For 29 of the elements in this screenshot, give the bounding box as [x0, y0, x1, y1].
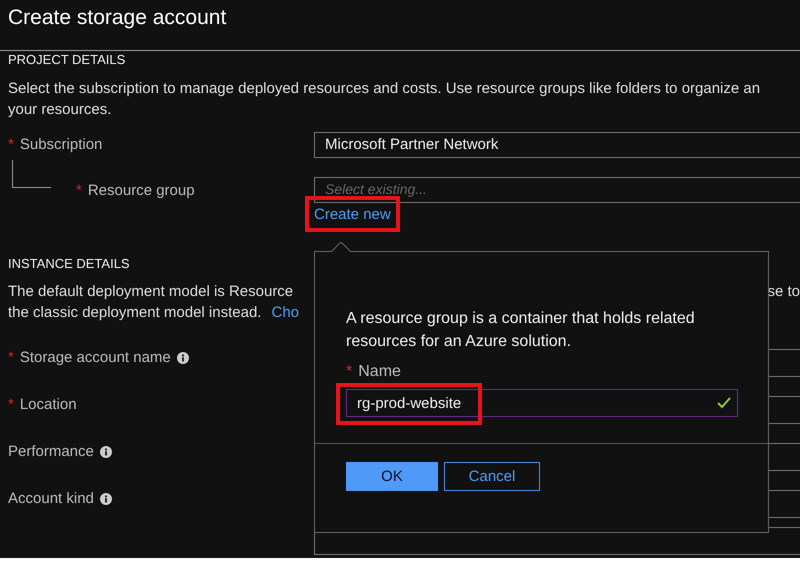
field-label: Location: [20, 396, 77, 413]
info-icon[interactable]: [176, 352, 189, 364]
name-input-field[interactable]: rg-prod-website: [346, 389, 738, 417]
link[interactable]: Cho: [271, 302, 300, 323]
info-icon[interactable]: [100, 492, 112, 504]
connector-line: [12, 160, 51, 188]
popup-description: A resource group is a container that holds related resources for an Azure solution.: [346, 309, 696, 352]
field-label: Account kind: [8, 490, 94, 507]
field-label: Performance: [8, 443, 94, 460]
field-label: Subscription: [20, 136, 102, 153]
required-marker: *: [8, 349, 14, 366]
description-text: The default deployment model is Resource: [8, 282, 294, 302]
info-icon[interactable]: [100, 446, 112, 458]
cancel-button[interactable]: Cancel: [444, 462, 540, 491]
ok-button[interactable]: OK: [346, 462, 438, 491]
field-label: Storage account name: [20, 349, 171, 366]
required-marker: *: [8, 396, 14, 413]
section-heading: PROJECT DETAILS: [8, 51, 126, 69]
section-heading: INSTANCE DETAILS: [8, 255, 131, 273]
description-text: the classic deployment model instead.: [8, 303, 262, 323]
field-label: Resource group: [88, 182, 195, 199]
section-description: Select the subscription to manage deployed resources and costs. Use resource groups like folders to organize an your resources.: [8, 79, 762, 120]
required-marker: *: [346, 363, 352, 381]
field-label: Name: [358, 363, 401, 381]
subscription-dropdown[interactable]: Microsoft Partner Network: [314, 132, 800, 158]
create-new-link[interactable]: Create new: [314, 206, 391, 223]
required-marker: *: [76, 182, 82, 199]
required-marker: *: [8, 136, 14, 153]
window-title: Create storage account: [7, 5, 228, 31]
